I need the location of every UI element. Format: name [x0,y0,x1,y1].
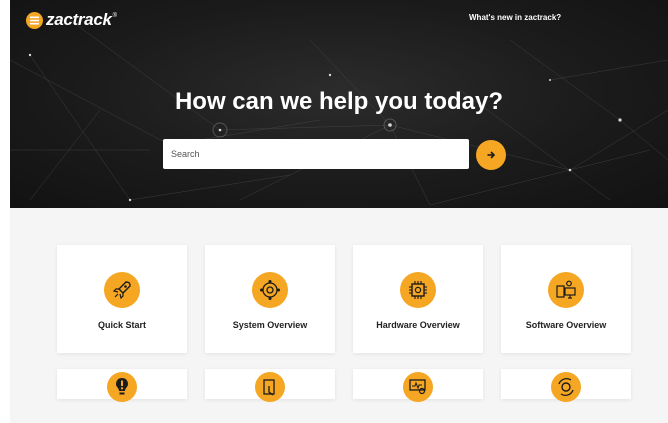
zactrack-logo-icon [26,11,43,29]
category-card-row2-4[interactable] [501,369,631,402]
brand-logo[interactable]: zactrack ® [26,10,117,30]
search-input[interactable] [163,139,469,169]
chip-icon [400,272,436,308]
hero-banner: zactrack ® What's new in zactrack? How c… [10,0,668,208]
whats-new-link[interactable]: What's new in zactrack? [469,13,561,22]
category-label: Software Overview [525,320,607,330]
tablet-touch-icon [255,372,285,402]
hero-headline: How can we help you today? [174,88,504,115]
trademark-symbol: ® [112,13,118,19]
lightbulb-exclamation-icon [107,372,137,402]
gear-cycle-icon [551,372,581,402]
category-label: System Overview [232,320,308,330]
brand-name: zactrack [46,10,112,29]
category-label: Hardware Overview [376,320,460,330]
arrow-right-icon [487,151,496,159]
category-card-row2-1[interactable] [57,369,187,402]
rocket-icon [104,272,140,308]
category-card-system-overview[interactable]: System Overview [205,245,335,353]
search-submit-button[interactable] [476,140,506,170]
category-card-row2-3[interactable] [353,369,483,402]
category-card-hardware-overview[interactable]: Hardware Overview [353,245,483,353]
system-network-icon [252,272,288,308]
monitor-search-icon [403,372,433,402]
category-label: Quick Start [97,320,146,330]
category-section: Quick Start System Overview Hardware Ove… [10,208,668,423]
category-card-software-overview[interactable]: Software Overview [501,245,631,353]
category-card-quick-start[interactable]: Quick Start [57,245,187,353]
category-card-row2-2[interactable] [205,369,335,402]
computer-gear-icon [548,272,584,308]
